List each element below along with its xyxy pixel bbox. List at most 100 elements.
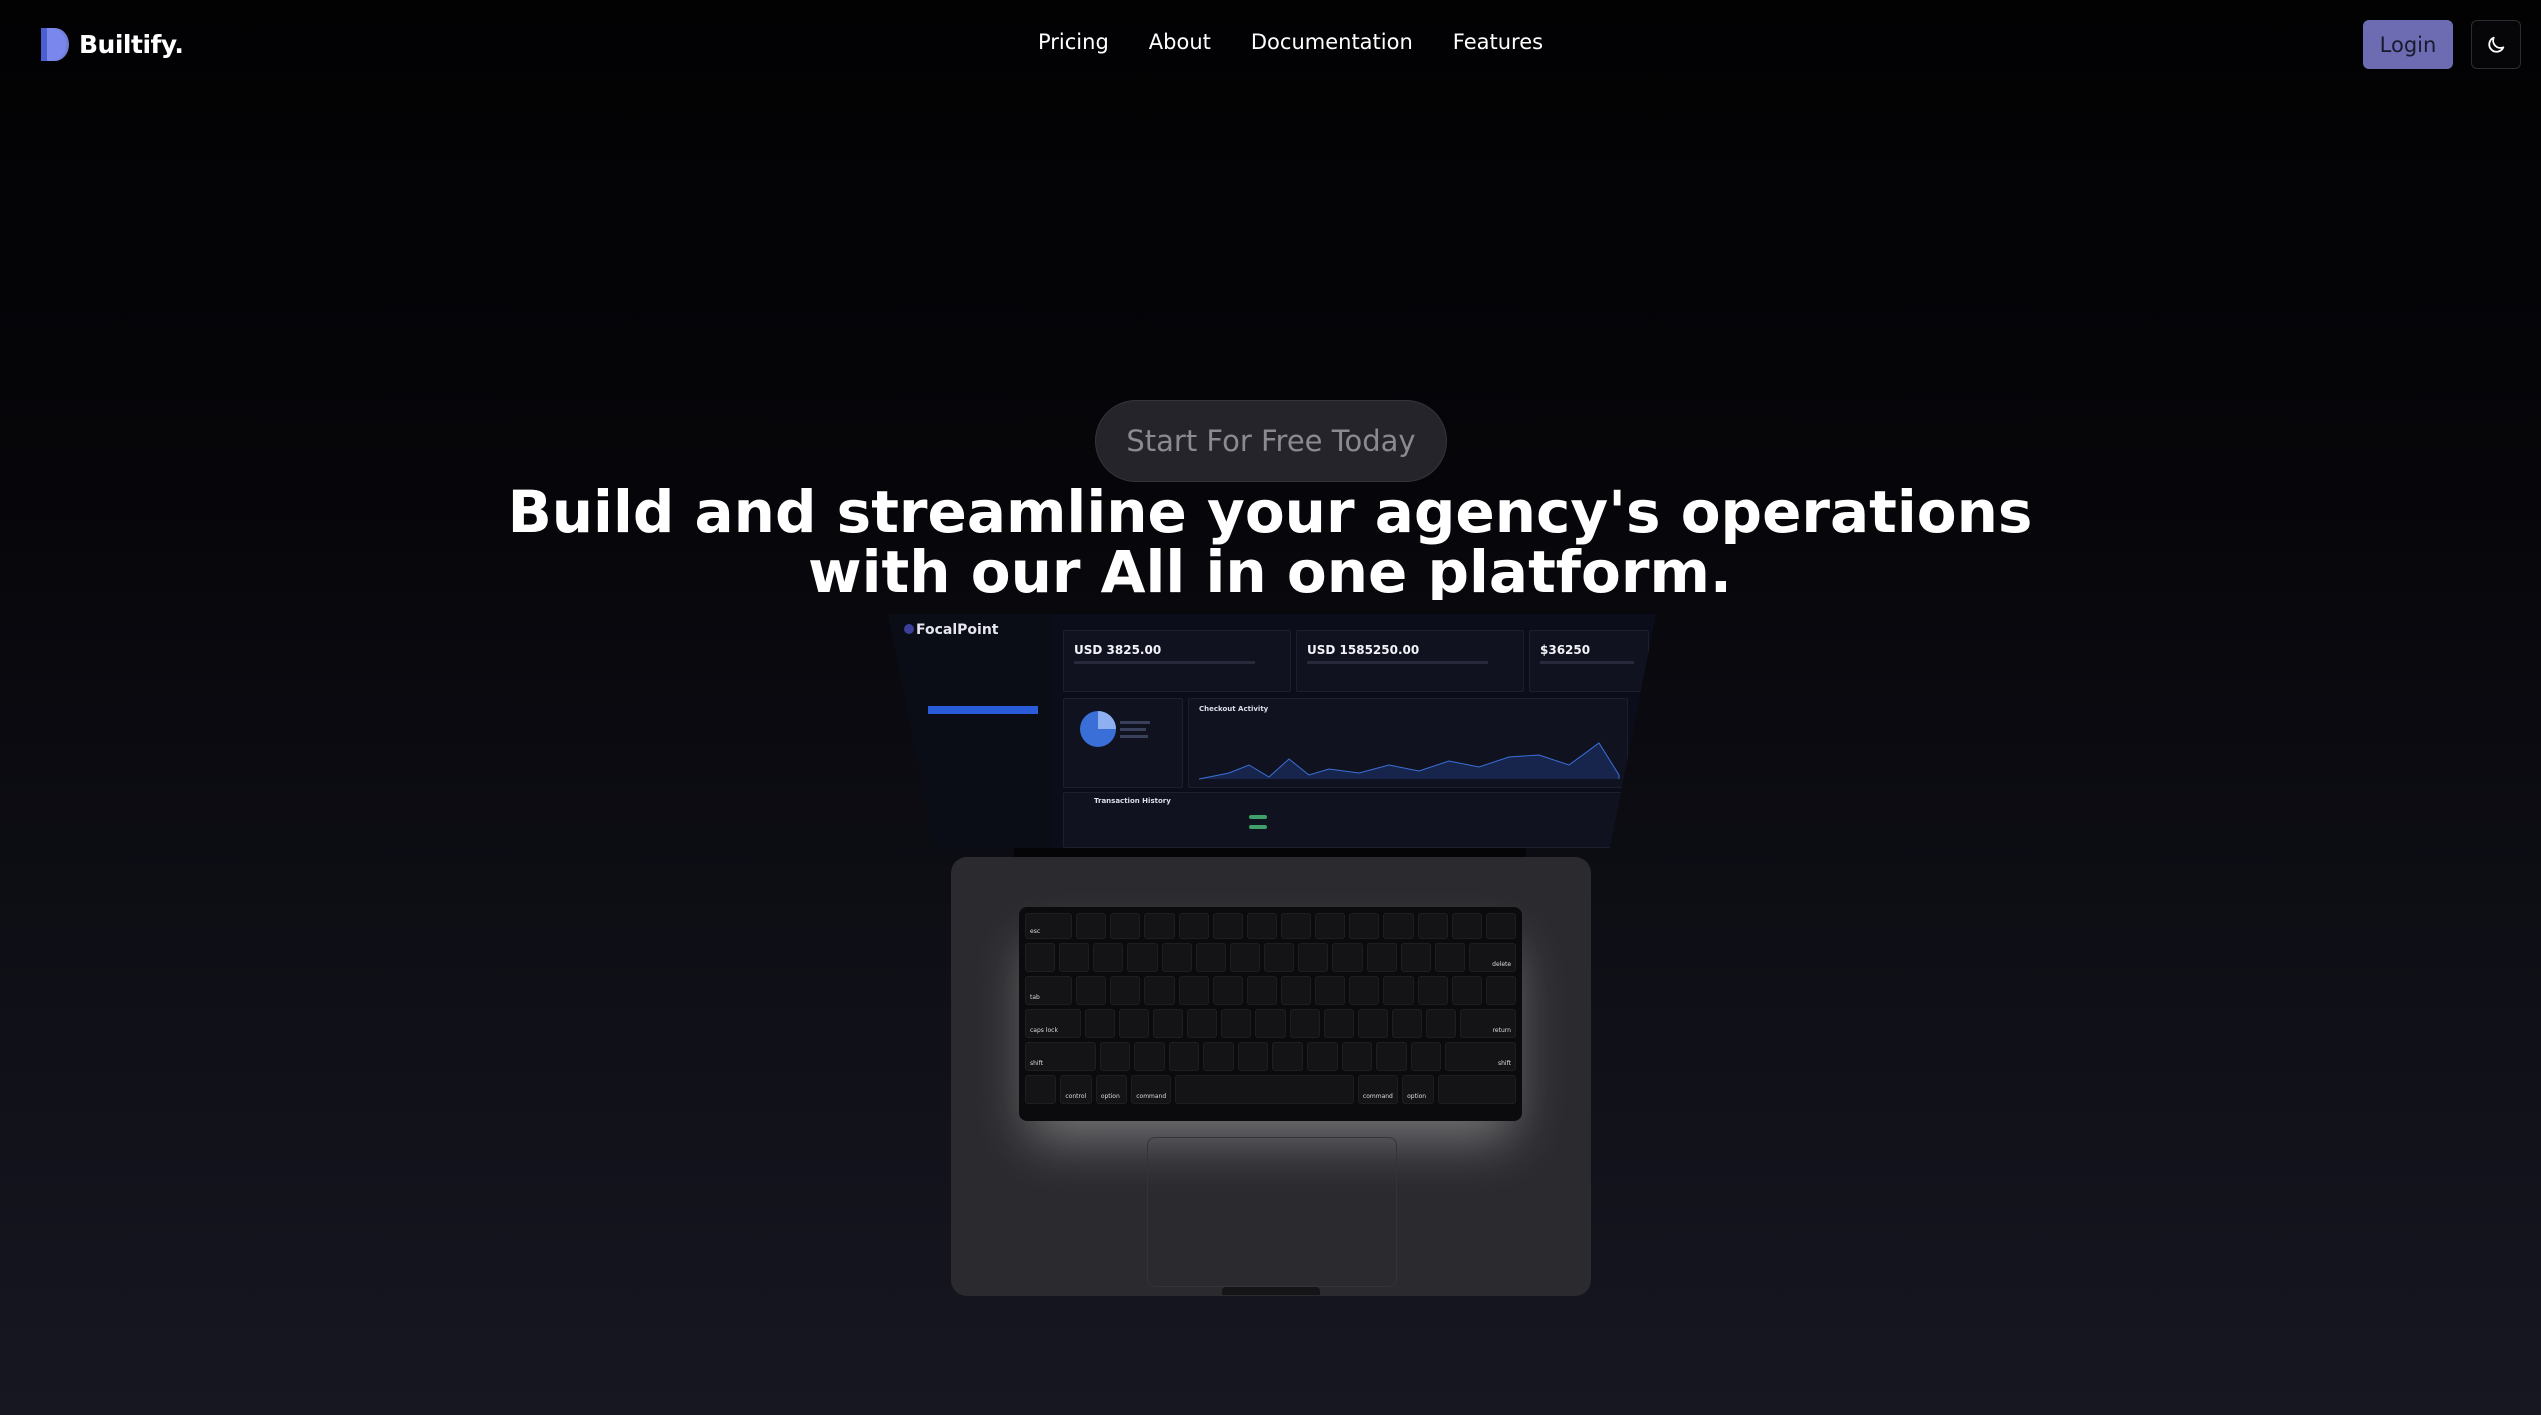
key-shift-right: shift	[1445, 1042, 1516, 1071]
mockup-table-title: Transaction History	[1094, 797, 1171, 805]
key	[1110, 913, 1141, 939]
key	[1025, 943, 1056, 972]
mockup-menu-item	[928, 714, 1038, 722]
key	[1134, 1042, 1165, 1071]
key	[1307, 1042, 1338, 1071]
key	[1229, 943, 1261, 972]
mockup-stat-value: USD 1585250.00	[1307, 643, 1420, 657]
key	[1289, 1009, 1320, 1038]
login-button[interactable]: Login	[2363, 20, 2453, 69]
laptop-trackpad	[1147, 1137, 1397, 1287]
key	[1417, 913, 1448, 939]
key	[1383, 976, 1414, 1005]
nav-link-features[interactable]: Features	[1453, 30, 1543, 54]
key	[1349, 976, 1380, 1005]
key	[1168, 1042, 1200, 1071]
key	[1076, 976, 1107, 1005]
key	[1144, 976, 1175, 1005]
key	[1084, 1009, 1115, 1038]
mockup-stat-card: $36250	[1529, 630, 1649, 692]
key	[1076, 913, 1107, 939]
key	[1485, 976, 1517, 1005]
start-free-button[interactable]: Start For Free Today	[1095, 400, 1447, 482]
key	[1451, 976, 1482, 1005]
key	[1195, 943, 1226, 972]
key-option: option	[1095, 1075, 1128, 1104]
mockup-menu-item	[928, 674, 1038, 682]
key	[1237, 1042, 1269, 1071]
key	[1212, 976, 1243, 1005]
laptop-lid-notch	[1222, 1287, 1320, 1295]
key	[1110, 976, 1141, 1005]
mockup-stat-value: $36250	[1540, 643, 1591, 657]
key	[1178, 976, 1209, 1005]
key	[1212, 913, 1243, 939]
nav-link-about[interactable]: About	[1149, 30, 1211, 54]
key	[1187, 1009, 1218, 1038]
key	[1255, 1009, 1286, 1038]
mockup-table-card: Transaction History	[1063, 792, 1623, 848]
key	[1323, 1009, 1354, 1038]
key	[1246, 976, 1277, 1005]
mockup-stat-value: USD 3825.00	[1074, 643, 1162, 657]
key	[1264, 943, 1295, 972]
key	[1280, 976, 1312, 1005]
key	[1298, 943, 1329, 972]
mockup-menu-item	[928, 722, 1038, 730]
mockup-activity-chart	[1198, 742, 1620, 780]
key-option: option	[1402, 1075, 1434, 1104]
key-power	[1485, 913, 1517, 939]
nav-link-pricing[interactable]: Pricing	[1038, 30, 1109, 54]
mockup-stat-card: USD 1585250.00	[1296, 630, 1524, 692]
key	[1417, 976, 1448, 1005]
key	[1152, 1009, 1184, 1038]
key-arrows	[1437, 1075, 1516, 1104]
key	[1144, 913, 1175, 939]
nav-link-documentation[interactable]: Documentation	[1251, 30, 1413, 54]
keyboard-row-bottom: control option command command option	[1025, 1075, 1516, 1104]
key	[1161, 943, 1192, 972]
mockup-menu-item	[928, 690, 1038, 698]
key	[1059, 943, 1090, 972]
key	[1410, 1042, 1442, 1071]
mockup-status-pill	[1249, 815, 1267, 819]
moon-icon	[2488, 36, 2505, 53]
key	[1280, 913, 1312, 939]
theme-toggle-button[interactable]	[2471, 20, 2521, 69]
nav-links: Pricing About Documentation Features	[1038, 30, 1543, 54]
mockup-stat-card: USD 3825.00	[1063, 630, 1291, 692]
key	[1203, 1042, 1234, 1071]
key	[1099, 1042, 1131, 1071]
top-navbar: Builtify. Pricing About Documentation Fe…	[0, 0, 2541, 90]
mockup-pie-chart	[1080, 711, 1150, 747]
laptop-keyboard: esc delete tab caps lock return shift sh…	[1019, 907, 1522, 1121]
key-shift-left: shift	[1025, 1042, 1096, 1071]
key-tab: tab	[1025, 976, 1073, 1005]
key	[1357, 1009, 1389, 1038]
mockup-menu-item	[928, 682, 1038, 690]
key	[1093, 943, 1124, 972]
builtify-logo-icon	[41, 28, 69, 61]
brand-logo-link[interactable]: Builtify.	[38, 26, 184, 63]
key	[1315, 913, 1346, 939]
key-space	[1175, 1075, 1354, 1104]
brand-name: Builtify.	[79, 30, 184, 59]
mockup-menu	[928, 674, 1038, 730]
key	[1434, 943, 1466, 972]
key-fn	[1025, 1075, 1057, 1104]
mockup-stat-caption	[1540, 661, 1635, 664]
key	[1315, 976, 1346, 1005]
key	[1272, 1042, 1304, 1071]
key	[1178, 913, 1209, 939]
keyboard-row-shift: shift shift	[1025, 1042, 1516, 1071]
key	[1392, 1009, 1423, 1038]
mockup-menu-item	[928, 698, 1038, 706]
keyboard-row-home: caps lock return	[1025, 1009, 1516, 1038]
key	[1221, 1009, 1252, 1038]
headline-line-1: Build and streamline your agency's opera…	[507, 482, 2033, 546]
key-delete: delete	[1469, 943, 1517, 972]
mockup-stat-caption	[1074, 661, 1255, 664]
key	[1127, 943, 1158, 972]
mockup-sidebar: FocalPoint	[888, 614, 1053, 848]
mockup-menu-item-active	[928, 706, 1038, 714]
